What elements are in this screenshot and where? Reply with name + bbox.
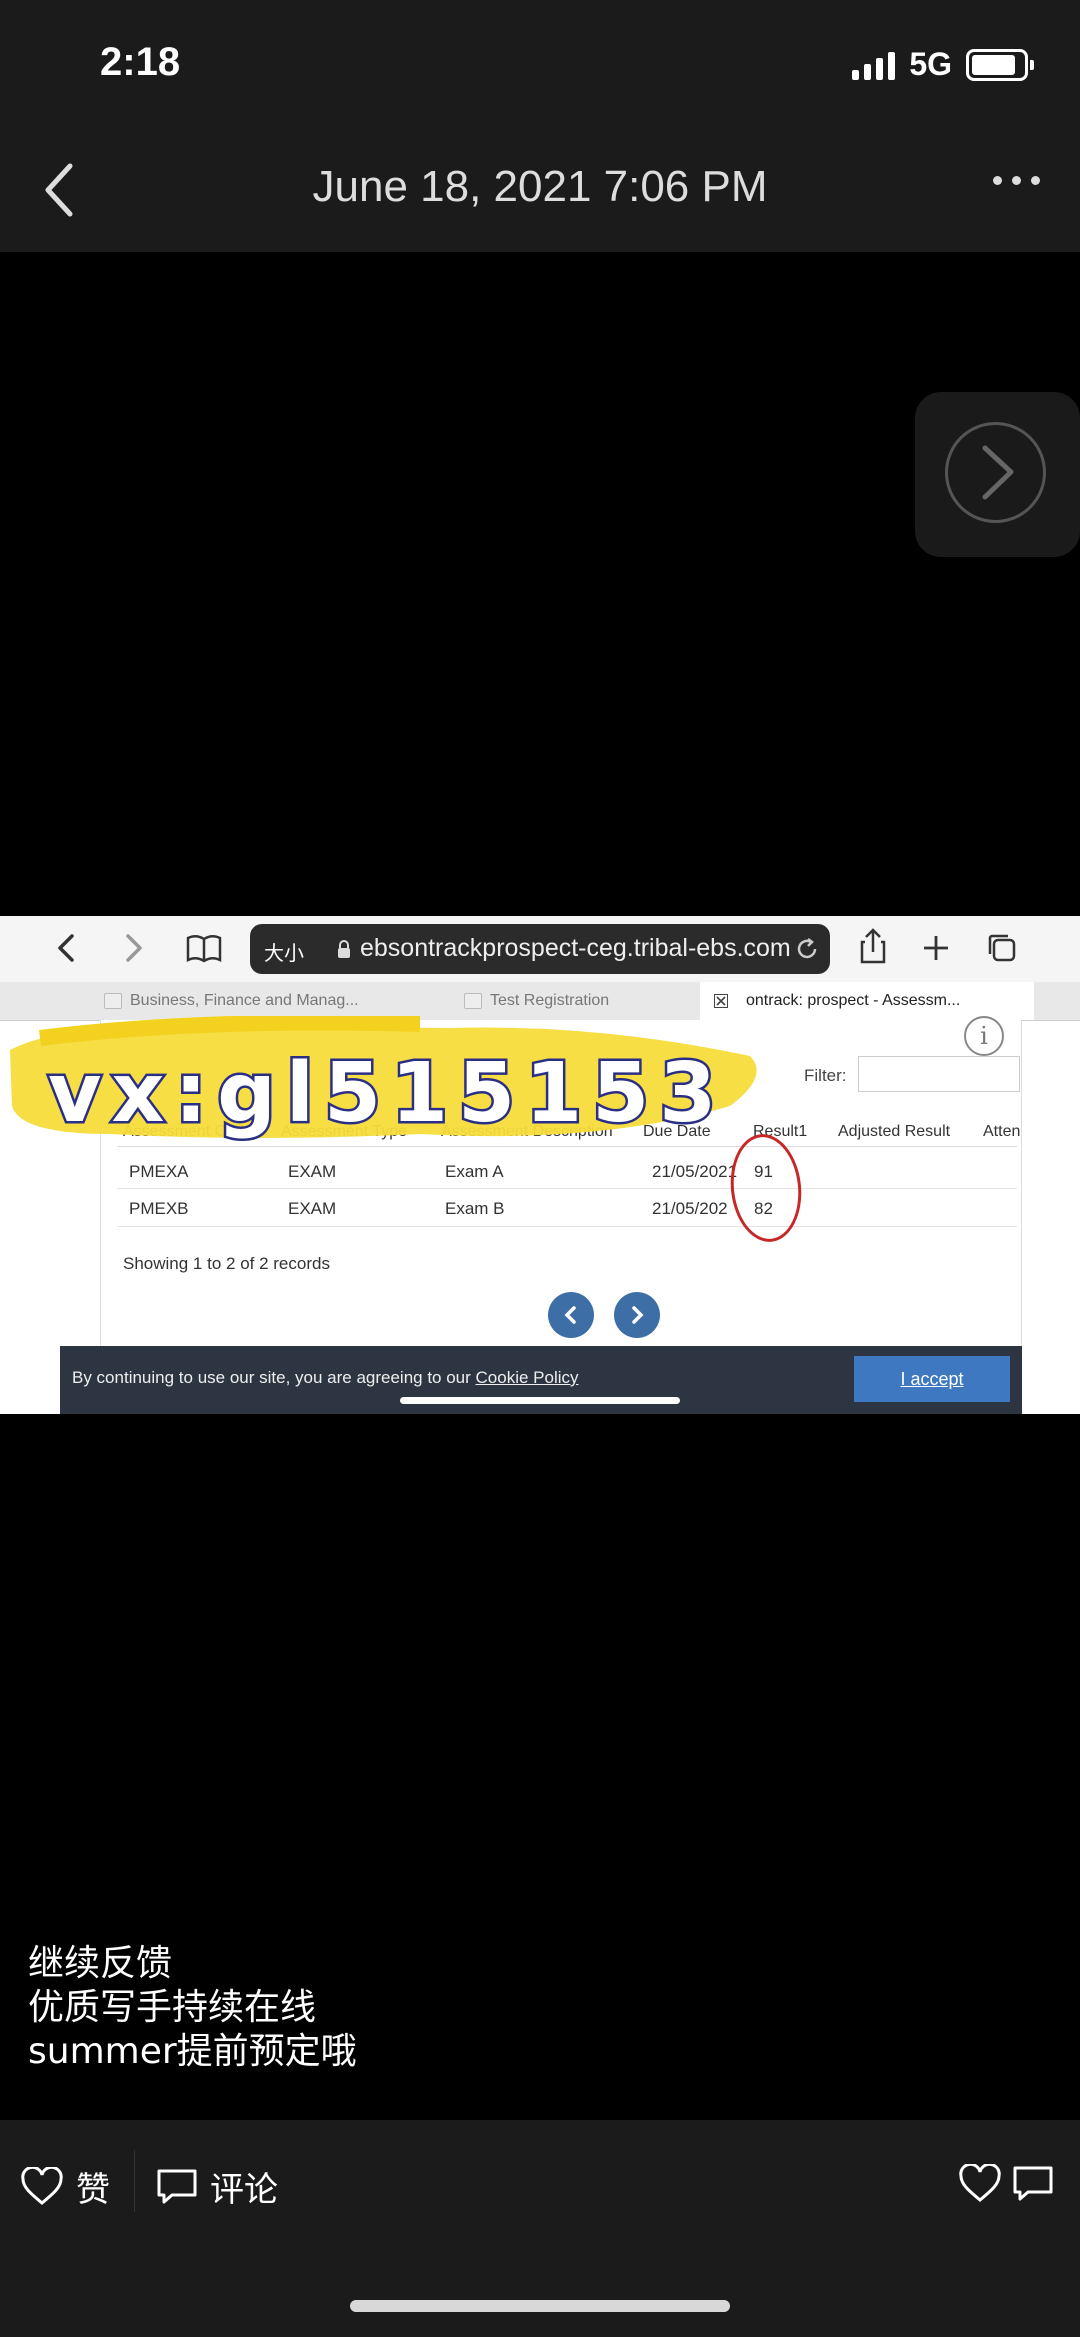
url-text[interactable]: ebsontrackprospect-ceg.tribal-ebs.com: [360, 934, 791, 963]
tab-ontrack[interactable]: ontrack: prospect - Assessm...: [700, 982, 1034, 1020]
comment-label: 评论: [210, 2170, 278, 2210]
browser-forward-icon[interactable]: [122, 930, 146, 966]
header-divider: [117, 1146, 1017, 1147]
divider: [134, 2150, 135, 2212]
like-label: 赞: [76, 2170, 110, 2210]
lock-icon: [338, 940, 350, 958]
home-indicator: [350, 2300, 730, 2312]
filter-label: Filter:: [804, 1066, 847, 1085]
cell-description: Exam A: [445, 1162, 504, 1181]
tab-business[interactable]: Business, Finance and Manag...: [104, 982, 384, 1020]
cell-due-date: 21/05/2021: [652, 1162, 738, 1181]
bottom-bar: 赞 评论: [0, 2120, 1080, 2337]
row-divider: [117, 1226, 1017, 1227]
records-count: Showing 1 to 2 of 2 records: [123, 1254, 330, 1273]
chevron-right-icon: [632, 1306, 644, 1324]
browser-toolbar: 大小 ebsontrackprospect-ceg.tribal-ebs.com: [0, 916, 1080, 982]
row-divider: [117, 1188, 1017, 1189]
signal-icon: [852, 50, 896, 80]
cell-description: Exam B: [445, 1199, 505, 1218]
cell-type: EXAM: [288, 1199, 337, 1218]
info-icon[interactable]: i: [964, 1016, 1004, 1056]
watermark: vx:gl515153: [0, 1016, 780, 1146]
cookie-policy-link[interactable]: Cookie Policy: [476, 1368, 579, 1387]
next-button[interactable]: [915, 392, 1080, 557]
top-bar: 2:18 5G June 18, 2021 7:06 PM: [0, 0, 1080, 252]
page-title: June 18, 2021 7:06 PM: [312, 162, 768, 211]
reload-icon[interactable]: [794, 936, 820, 962]
header-adjusted-result[interactable]: Adjusted Result: [838, 1123, 950, 1141]
highlight-circle: [725, 1130, 807, 1246]
tab-test-registration[interactable]: Test Registration: [464, 982, 684, 1020]
new-tab-icon[interactable]: [922, 934, 950, 962]
accept-cookies-button[interactable]: I accept: [854, 1356, 1010, 1402]
chevron-right-icon: [982, 445, 1014, 500]
comment-icon: [157, 2169, 197, 2203]
chevron-left-icon: [564, 1306, 576, 1324]
home-indicator-embedded: [400, 1397, 680, 1404]
cell-code: PMEXB: [129, 1199, 189, 1218]
caption-line: summer提前预定哦: [28, 2031, 357, 2072]
watermark-text: vx:gl515153: [45, 1044, 727, 1144]
battery-icon: [966, 48, 1034, 81]
header-attendance[interactable]: Atten: [983, 1123, 1020, 1141]
post-caption: 继续反馈 优质写手持续在线 summer提前预定哦: [28, 1942, 357, 2074]
cookie-text: By continuing to use our site, you are a…: [72, 1368, 579, 1387]
caption-line: 优质写手持续在线: [28, 1987, 317, 2028]
page-icon: [104, 992, 122, 1009]
cell-type: EXAM: [288, 1162, 337, 1181]
url-bar[interactable]: 大小 ebsontrackprospect-ceg.tribal-ebs.com: [250, 924, 830, 974]
comment-button[interactable]: 评论: [156, 2162, 278, 2211]
share-icon[interactable]: [858, 926, 888, 966]
bookmarks-icon[interactable]: [186, 934, 222, 964]
filter-input[interactable]: [858, 1056, 1020, 1092]
status-icons: 5G: [852, 46, 1034, 83]
like-button[interactable]: 赞: [20, 2162, 110, 2211]
more-icon[interactable]: [993, 176, 1040, 185]
embedded-screenshot[interactable]: 大小 ebsontrackprospect-ceg.tribal-ebs.com…: [0, 916, 1080, 1414]
cell-code: PMEXA: [129, 1162, 189, 1181]
post-actions: [958, 2164, 1054, 2204]
browser-back-icon[interactable]: [54, 930, 78, 966]
heart-icon[interactable]: [958, 2164, 1002, 2204]
tabs-icon[interactable]: [986, 932, 1018, 964]
network-label: 5G: [909, 46, 952, 82]
prev-page-button[interactable]: [548, 1292, 594, 1338]
page-icon: [464, 992, 482, 1009]
close-tab-icon[interactable]: [714, 993, 728, 1008]
caption-line: 继续反馈: [28, 1943, 173, 1984]
cell-due-date: 21/05/202: [652, 1199, 728, 1218]
text-size-label[interactable]: 大小: [264, 937, 304, 966]
comment-icon[interactable]: [1012, 2164, 1054, 2204]
next-page-button[interactable]: [614, 1292, 660, 1338]
heart-icon: [21, 2166, 63, 2205]
status-time: 2:18: [100, 40, 181, 84]
